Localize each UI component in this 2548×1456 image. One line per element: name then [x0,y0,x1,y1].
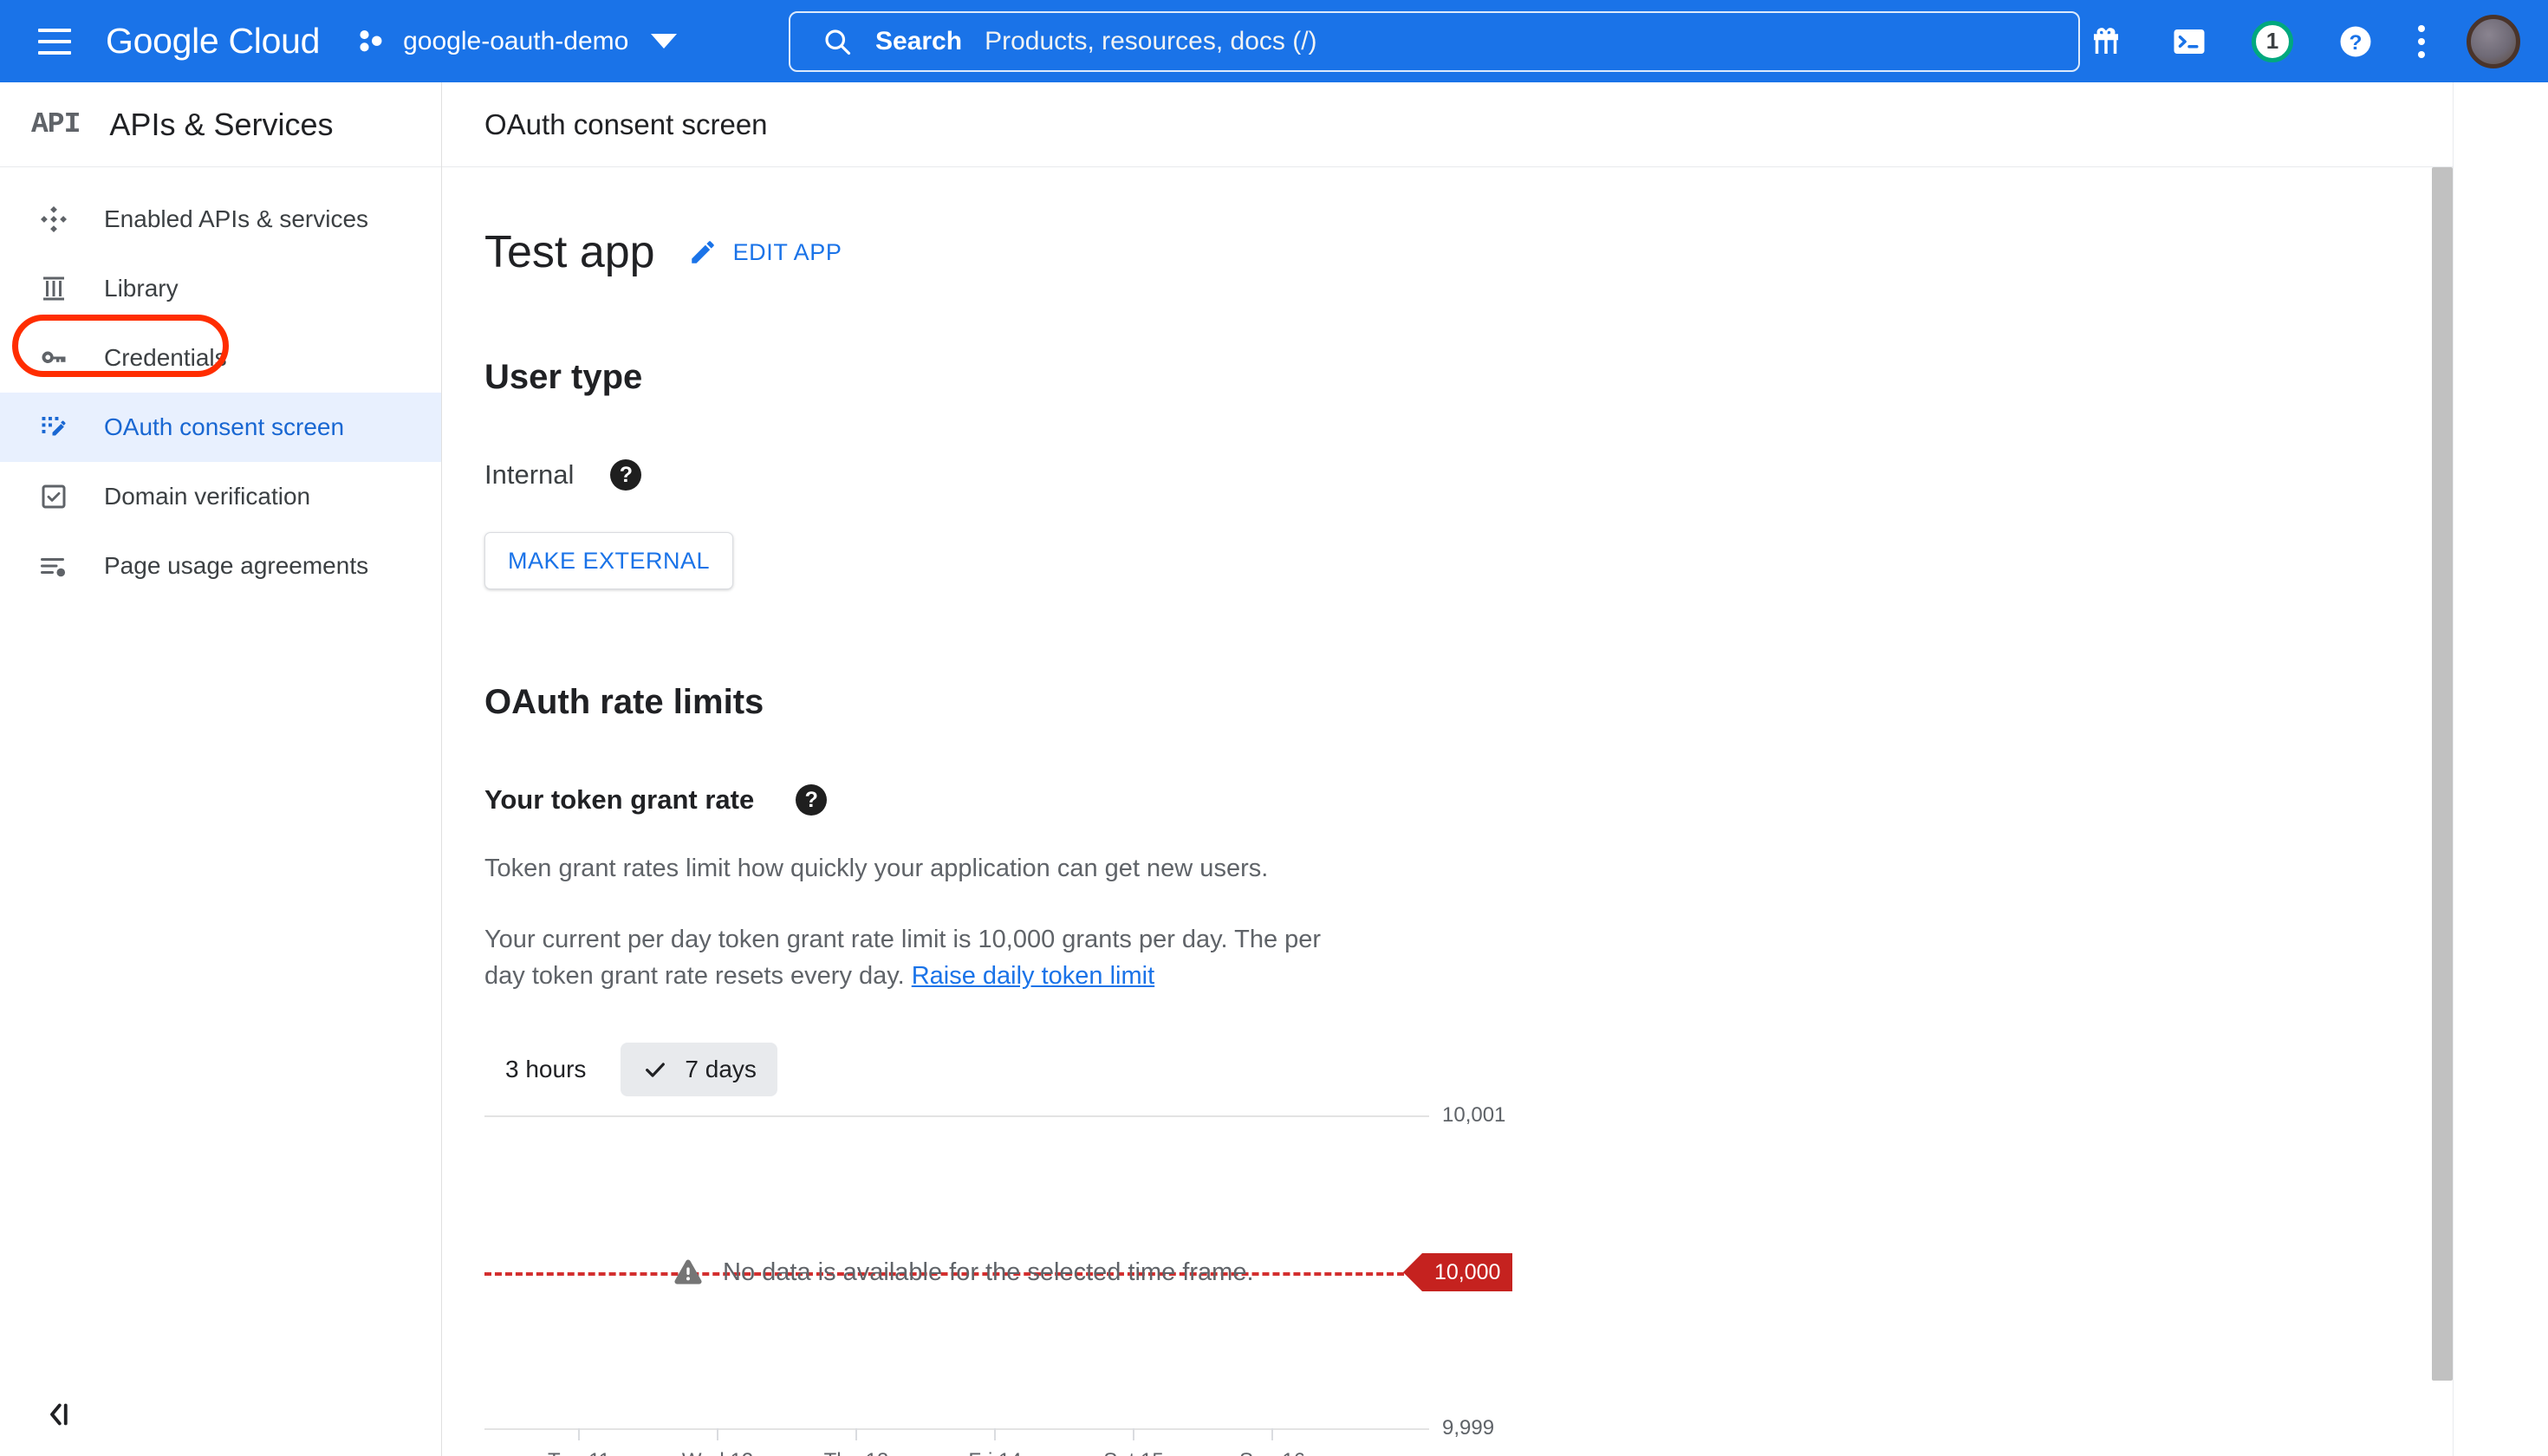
chart-x-tick-label: Sun 16 [1239,1449,1305,1456]
search-icon [825,29,851,55]
sidebar-item-label: Domain verification [104,483,311,510]
warning-icon [674,1259,702,1284]
sidebar-item-label: Page usage agreements [104,552,369,579]
page-usage-agreements-icon [36,549,71,583]
raise-daily-token-limit-link[interactable]: Raise daily token limit [912,962,1154,990]
time-range-toggle-group: 3 hours 7 days [484,1043,2453,1097]
chart-x-tick-label: Sat 15 [1103,1449,1163,1456]
project-name: google-oauth-demo [403,26,629,55]
search-placeholder: Products, resources, docs (/) [985,27,1317,55]
page-title: APIs & Services [109,106,334,142]
edit-app-button[interactable]: EDIT APP [688,237,842,267]
sidebar: API APIs & Services Enabled APIs & servi… [0,82,442,1456]
chart-empty-state: No data is available for the selected ti… [671,1255,1254,1290]
library-icon [36,271,71,306]
rate-limits-paragraph-2: Your current per day token grant rate li… [484,921,1360,994]
chart-x-tick [1271,1428,1273,1441]
check-icon [646,1063,666,1077]
rate-limits-paragraph-1: Token grant rates limit how quickly your… [484,855,1269,882]
token-grant-rate-row: Your token grant rate ? [484,784,2453,816]
right-rail [2453,82,2548,1456]
sidebar-item-enabled-apis[interactable]: Enabled APIs & services [0,185,441,254]
chart-x-tick [855,1428,857,1441]
scrollbar-thumb[interactable] [2432,167,2453,1381]
chart-x-tick-label: Wed 12 [682,1449,753,1456]
sidebar-product-header: API APIs & Services [0,82,441,167]
notifications-badge[interactable]: 1 [2252,20,2293,62]
time-range-3-hours-label: 3 hours [505,1056,587,1083]
top-app-bar: Google Cloud google-oauth-demo Search Pr… [0,0,2548,82]
chart-threshold-value: 10,000 [1422,1253,1513,1292]
domain-verification-checkbox-icon [36,479,71,514]
chevron-down-icon [651,34,678,49]
breadcrumb: OAuth consent screen [484,107,768,140]
chart-x-tick-label: Thu 13 [824,1449,889,1456]
token-grant-rate-chart: 10,001 10,000 No data is available for t… [484,1103,1611,1456]
app-title-row: Test app EDIT APP [484,226,2453,278]
rate-limits-heading: OAuth rate limits [484,683,764,721]
time-range-3-hours[interactable]: 3 hours [484,1043,607,1096]
chart-empty-state-message: No data is available for the selected ti… [723,1258,1254,1286]
google-cloud-logo[interactable]: Google Cloud [106,21,320,62]
threshold-arrow-icon [1403,1253,1422,1292]
main-content: Test app EDIT APP User type Internal ? M… [442,167,2453,1456]
help-question-icon[interactable]: ? [2335,21,2376,62]
rate-limits-paragraph-2-text: Your current per day token grant rate li… [484,926,1322,991]
time-range-7-days-label: 7 days [685,1056,757,1083]
chart-x-tick [1133,1428,1134,1441]
user-type-heading: User type [484,358,643,396]
chart-gridline-top [484,1115,1429,1118]
sidebar-item-label: Enabled APIs & services [104,205,369,232]
content-header: OAuth consent screen [442,82,2453,167]
chart-x-axis [484,1428,1429,1431]
chart-x-tick [578,1428,580,1441]
chart-x-tick [717,1428,718,1441]
search-input[interactable]: Search Products, resources, docs (/) [789,11,2080,72]
sidebar-item-label: Library [104,275,179,302]
user-type-value-row: Internal ? [484,459,2453,491]
help-question-icon[interactable]: ? [610,459,642,491]
kebab-more-icon[interactable] [2418,24,2425,58]
edit-app-label: EDIT APP [732,238,842,265]
make-external-button[interactable]: MAKE EXTERNAL [484,532,734,589]
chart-x-tick-label: Fri 14 [968,1449,1021,1456]
cloud-shell-terminal-icon[interactable] [2168,21,2210,62]
enabled-apis-icon [36,202,71,237]
search-label: Search [875,27,963,55]
sidebar-item-label: Credentials [104,344,227,371]
chart-x-tick [994,1428,996,1441]
sidebar-item-oauth-consent-screen[interactable]: OAuth consent screen [0,393,441,462]
sidebar-item-library[interactable]: Library [0,254,441,323]
api-badge: API [31,108,81,140]
key-icon [36,341,71,375]
help-question-icon[interactable]: ? [796,784,828,816]
sidebar-item-credentials[interactable]: Credentials [0,315,441,393]
collapse-sidebar-icon[interactable] [40,1396,76,1437]
chart-threshold-badge: 10,000 [1403,1253,1513,1292]
oauth-rate-limits-section: OAuth rate limits Your token grant rate … [484,683,2453,1456]
oauth-consent-icon [36,410,71,445]
time-range-7-days[interactable]: 7 days [621,1043,777,1097]
avatar[interactable] [2467,14,2520,68]
project-selector-icon [360,29,382,51]
app-name: Test app [484,227,655,277]
sidebar-item-label: OAuth consent screen [104,413,345,440]
sidebar-item-page-usage-agreements[interactable]: Page usage agreements [0,531,441,601]
chart-y-tick-label: 9,999 [1442,1416,1495,1440]
pencil-edit-icon [691,241,714,263]
top-bar-actions: 1 ? [2085,0,2520,82]
sidebar-nav-list: Enabled APIs & services Library Credenti… [0,167,441,601]
chart-y-tick-label: 10,001 [1442,1103,1506,1128]
user-type-section: User type Internal ? MAKE EXTERNAL [484,358,2453,589]
chart-x-tick-label: Tue 11 [548,1449,610,1456]
user-type-value: Internal [484,459,575,490]
sidebar-item-domain-verification[interactable]: Domain verification [0,462,441,531]
hamburger-menu-icon[interactable] [31,18,78,65]
token-grant-rate-label: Your token grant rate [484,784,755,815]
gift-icon[interactable] [2085,21,2127,62]
project-selector[interactable]: google-oauth-demo [356,25,678,58]
svg-text:?: ? [2350,30,2363,54]
